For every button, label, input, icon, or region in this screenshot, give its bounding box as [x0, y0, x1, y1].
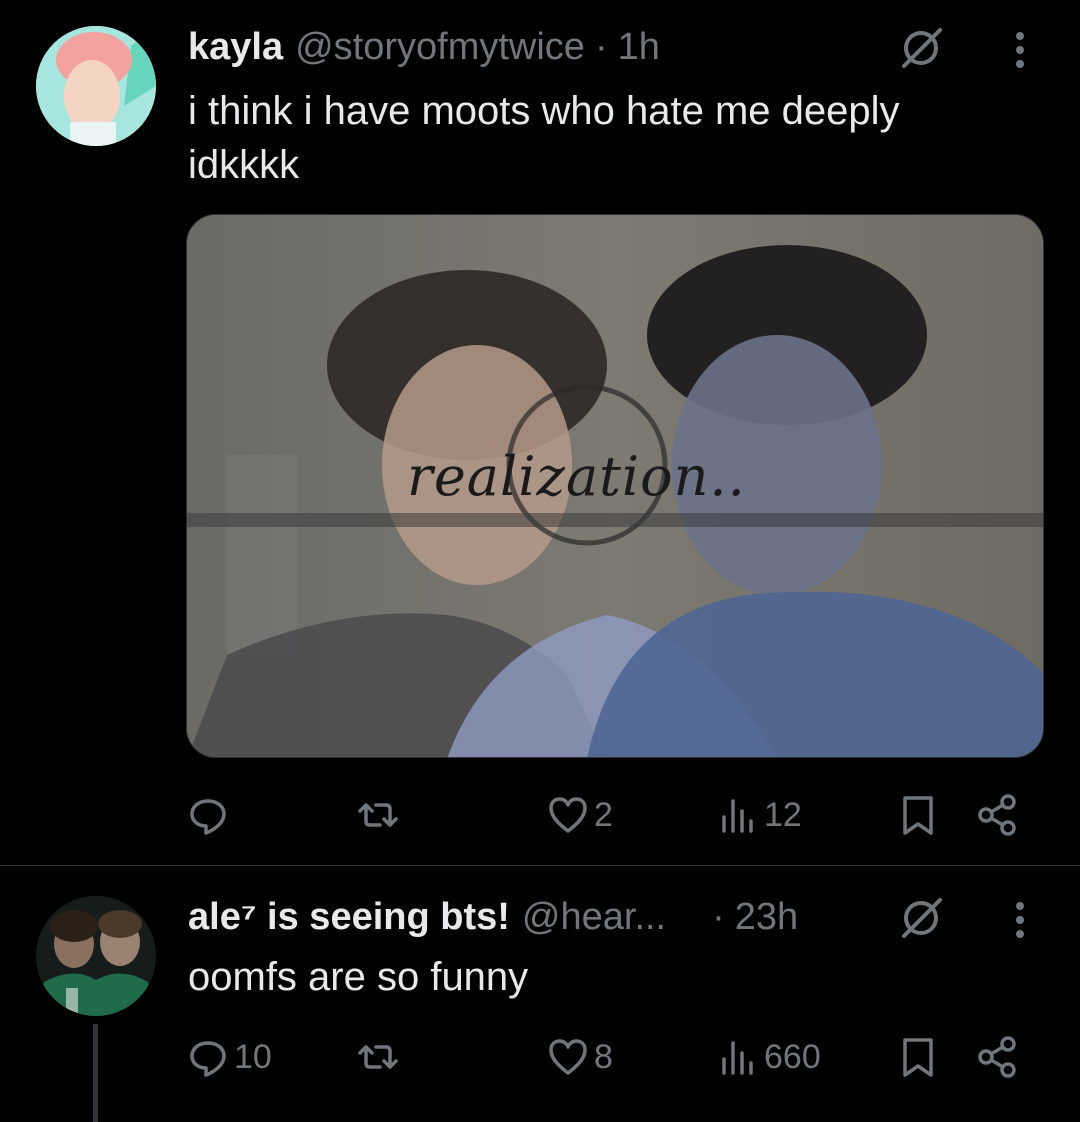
separator-dot: · — [712, 895, 725, 938]
tweet[interactable]: kayla @storyofmytwice · 1h i think i hav… — [0, 0, 1080, 866]
views-button[interactable]: 660 — [716, 1032, 821, 1082]
grok-icon[interactable] — [896, 896, 946, 940]
retweet-button[interactable] — [356, 790, 404, 840]
like-count: 2 — [594, 795, 613, 834]
tweet-text: i think i have moots who hate me deeply … — [188, 84, 1048, 192]
bookmark-icon — [903, 1038, 933, 1077]
share-icon — [978, 1036, 1016, 1078]
retweet-button[interactable] — [356, 1032, 404, 1082]
timestamp[interactable]: 23h — [735, 896, 798, 939]
avatar-image — [36, 896, 156, 1016]
timeline-feed: kayla @storyofmytwice · 1h i think i hav… — [0, 0, 1080, 1122]
share-button[interactable] — [976, 790, 1020, 840]
timestamp[interactable]: 1h — [618, 26, 660, 69]
media-caption-text: realization.. — [407, 445, 746, 508]
avatar-image — [36, 26, 156, 146]
like-count: 8 — [594, 1037, 613, 1076]
more-icon[interactable] — [1008, 898, 1032, 942]
tweet-text-line: i think i have moots who hate me deeply — [188, 89, 900, 133]
share-icon — [978, 794, 1016, 836]
bookmark-button[interactable] — [896, 1032, 940, 1082]
tweet[interactable]: ale⁷ is seeing bts! @hear... · 23h oomfs… — [0, 866, 1080, 1122]
display-name[interactable]: kayla — [188, 26, 283, 69]
like-button[interactable]: 8 — [546, 1032, 613, 1082]
tweet-actions: 2 12 — [186, 790, 1046, 840]
like-button[interactable]: 2 — [546, 790, 613, 840]
views-count: 660 — [764, 1037, 821, 1076]
username[interactable]: @hear... — [522, 896, 666, 939]
tweet-text-line: idkkkk — [188, 143, 300, 187]
more-icon[interactable] — [1008, 28, 1032, 72]
retweet-icon — [358, 803, 398, 827]
tweet-header: kayla @storyofmytwice · 1h — [188, 22, 660, 72]
views-icon — [722, 799, 753, 833]
separator-dot: · — [594, 25, 608, 68]
views-count: 12 — [764, 795, 802, 834]
bookmark-button[interactable] — [896, 790, 940, 840]
grok-icon[interactable] — [896, 26, 946, 70]
retweet-icon — [358, 1045, 398, 1069]
username[interactable]: @storyofmytwice — [295, 26, 585, 69]
tweet-text: oomfs are so funny — [188, 950, 1048, 1004]
views-icon — [722, 1041, 753, 1075]
reply-count: 10 — [234, 1037, 272, 1076]
tweet-actions: 10 8 660 — [186, 1032, 1046, 1082]
display-name[interactable]: ale⁷ is seeing bts! — [188, 896, 510, 939]
like-icon — [549, 797, 587, 833]
reply-icon — [190, 1041, 226, 1077]
bookmark-icon — [903, 796, 933, 835]
tweet-text-line: oomfs are so funny — [188, 955, 529, 999]
reply-button[interactable]: 10 — [186, 1032, 272, 1082]
views-button[interactable]: 12 — [716, 790, 802, 840]
thread-connector-line — [93, 1024, 98, 1122]
avatar[interactable] — [36, 26, 156, 146]
reply-button[interactable] — [186, 790, 234, 840]
like-icon — [549, 1039, 587, 1075]
reply-icon — [190, 799, 226, 835]
avatar[interactable] — [36, 896, 156, 1016]
share-button[interactable] — [976, 1032, 1020, 1082]
tweet-header: ale⁷ is seeing bts! @hear... · 23h — [188, 892, 798, 942]
tweet-media-image[interactable]: realization.. — [186, 214, 1044, 758]
